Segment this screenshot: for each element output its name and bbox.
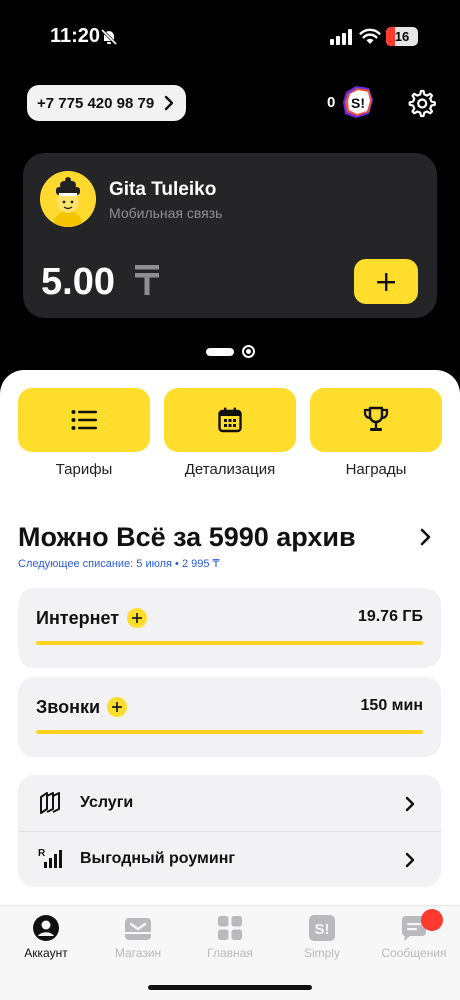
cellular-signal-icon — [330, 29, 352, 45]
avatar-image — [40, 171, 96, 227]
battery-percent: 16 — [394, 29, 410, 44]
home-indicator[interactable] — [148, 985, 312, 990]
add-internet-button[interactable] — [127, 608, 147, 628]
usage-value: 150 мин — [360, 697, 423, 714]
tab-label: Сообщения — [381, 946, 447, 960]
chevron-right-icon[interactable] — [420, 528, 432, 546]
tab-label: Simply — [303, 946, 340, 960]
simply-points-badge[interactable]: S! — [339, 84, 377, 120]
menu-item-roaming[interactable]: R Выгодный роуминг — [18, 831, 441, 887]
next-charge-info: Следующее списание: 5 июля • 2 995 ₸ — [18, 558, 220, 570]
quick-action-label: Тарифы — [55, 461, 113, 478]
simply-icon: S! — [309, 915, 335, 941]
tariff-title[interactable]: Можно Всё за 5990 архив — [18, 522, 356, 553]
status-time: 11:20 — [50, 25, 101, 47]
tab-account[interactable]: Аккаунт — [0, 906, 92, 976]
usage-label: Интернет — [36, 608, 120, 628]
settings-gear-icon[interactable] — [406, 88, 436, 118]
quick-action-tariffs[interactable] — [18, 388, 150, 452]
user-name: Gita Tuleiko — [109, 179, 217, 200]
usage-card-calls[interactable]: Звонки 150 мин — [18, 677, 441, 757]
plus-icon — [377, 272, 395, 291]
tab-messages[interactable]: Сообщения — [368, 906, 460, 976]
account-icon — [33, 915, 59, 941]
avatar — [40, 171, 96, 227]
usage-progress-fill — [36, 641, 423, 645]
tab-simply[interactable]: S! Simply — [276, 906, 368, 976]
usage-card-internet[interactable]: Интернет 19.76 ГБ — [18, 588, 441, 668]
svg-text:R: R — [38, 848, 46, 859]
phone-number: +7 775 420 98 79 — [37, 94, 155, 112]
card-pager[interactable] — [0, 344, 460, 360]
account-balance-card[interactable]: Gita Tuleiko Мобильная связь 5.00 — [23, 153, 437, 318]
plus-icon — [132, 613, 142, 623]
chevron-right-icon — [164, 95, 174, 111]
usage-progress-bar — [36, 730, 423, 734]
notification-badge — [421, 909, 443, 931]
menu-item-label: Выгодный роуминг — [80, 850, 236, 867]
add-calls-button[interactable] — [107, 697, 127, 717]
menu-item-label: Услуги — [80, 794, 134, 811]
wifi-icon — [359, 28, 381, 44]
menu-item-services[interactable]: Услуги — [18, 775, 441, 831]
tab-label: Аккаунт — [24, 946, 68, 960]
phone-number-selector[interactable]: +7 775 420 98 79 — [27, 85, 186, 121]
usage-label: Звонки — [36, 697, 101, 717]
pager-dot[interactable] — [242, 345, 255, 358]
points-count: 0 — [327, 94, 336, 111]
balance-amount: 5.00 — [41, 261, 115, 303]
svg-text:S!: S! — [315, 921, 330, 938]
quick-action-label: Награды — [345, 461, 407, 478]
calendar-icon — [218, 407, 242, 433]
tenge-icon — [135, 265, 159, 295]
home-grid-icon — [218, 916, 242, 940]
tab-label: Магазин — [114, 946, 162, 960]
chevron-right-icon — [405, 852, 415, 868]
quick-action-details[interactable] — [164, 388, 296, 452]
badge-text: S! — [351, 95, 365, 111]
shop-icon — [125, 918, 151, 940]
trophy-icon — [363, 406, 389, 431]
tab-label: Главная — [207, 946, 253, 960]
roaming-icon: R — [38, 848, 62, 868]
quick-action-rewards[interactable] — [310, 388, 442, 452]
plus-icon — [112, 702, 122, 712]
bell-muted-icon — [100, 28, 118, 46]
usage-progress-bar — [36, 641, 423, 645]
list-icon — [71, 410, 97, 430]
quick-action-label: Детализация — [184, 461, 276, 478]
battery-indicator: 16 — [386, 27, 418, 46]
tab-home[interactable]: Главная — [184, 906, 276, 976]
account-type: Мобильная связь — [109, 205, 223, 221]
usage-value: 19.76 ГБ — [357, 608, 423, 625]
services-menu: Услуги R Выгодный роуминг — [18, 775, 441, 887]
top-up-button[interactable] — [354, 259, 418, 304]
status-bar: 11:20 16 — [0, 0, 460, 70]
pager-dot-active[interactable] — [206, 348, 234, 356]
services-icon — [40, 792, 60, 814]
chevron-right-icon — [405, 796, 415, 812]
usage-progress-fill — [36, 730, 423, 734]
tab-shop[interactable]: Магазин — [92, 906, 184, 976]
